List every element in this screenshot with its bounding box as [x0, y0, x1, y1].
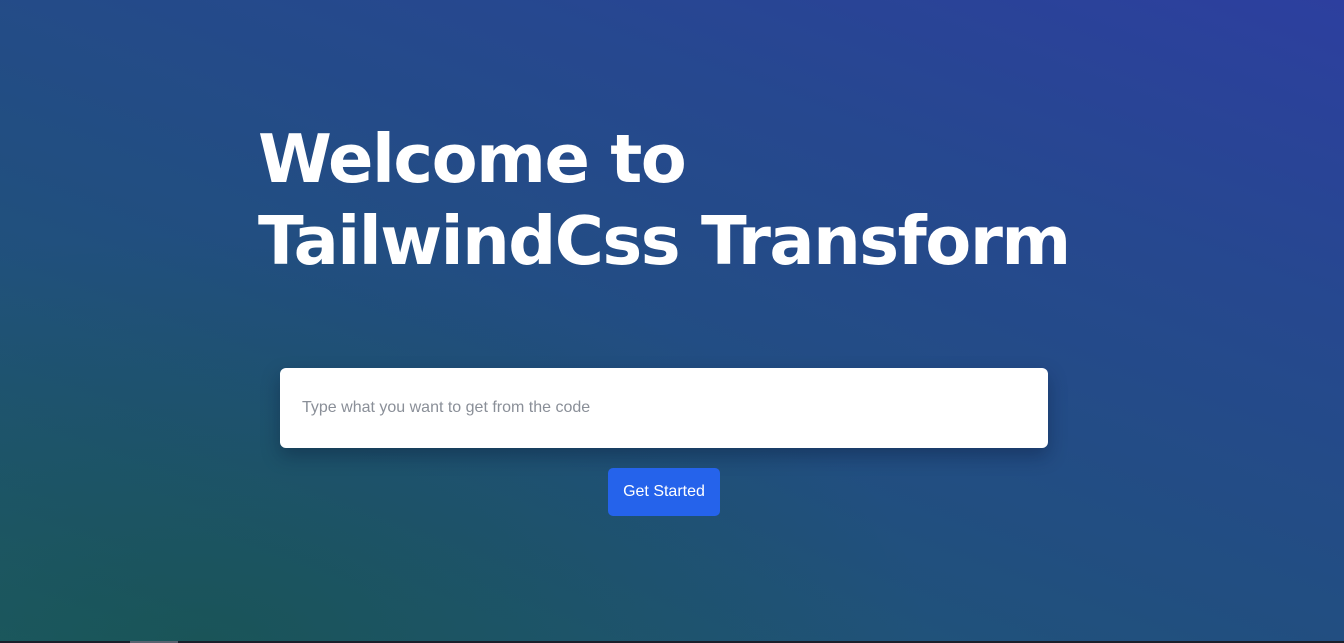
prompt-input-container: [280, 368, 1048, 448]
prompt-input[interactable]: [280, 368, 1048, 448]
page-title-line-2: TailwindCss Transform: [258, 202, 1071, 280]
page-title-line-1: Welcome to: [258, 120, 687, 198]
get-started-button[interactable]: Get Started: [608, 468, 720, 516]
background-glow: [0, 0, 1344, 643]
page-title: Welcome to TailwindCss Transform: [258, 118, 1158, 282]
hero-section: Welcome to TailwindCss Transform: [258, 118, 1158, 282]
